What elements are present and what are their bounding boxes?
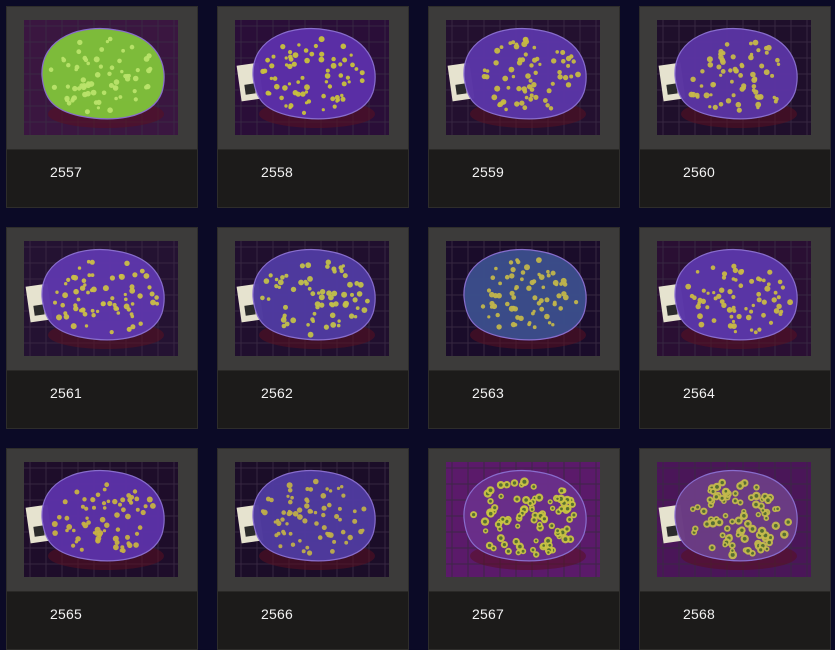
- purple-coral-icon: [657, 20, 811, 135]
- item-number-label: 2566: [261, 606, 293, 622]
- coral-thumbnail[interactable]: [446, 462, 600, 577]
- thumbnail-frame: [218, 7, 408, 150]
- purple-coral-icon: [235, 462, 389, 577]
- item-number-label: 2567: [472, 606, 504, 622]
- coral-thumbnail[interactable]: [235, 241, 389, 356]
- item-number-label: 2563: [472, 385, 504, 401]
- thumbnail-frame: [7, 449, 197, 592]
- purple-coral-icon: [235, 241, 389, 356]
- thumbnail-frame: [7, 7, 197, 150]
- thumbnail-frame: [7, 228, 197, 371]
- gallery-tile-2566[interactable]: 2566: [217, 448, 409, 650]
- coral-thumbnail[interactable]: [235, 462, 389, 577]
- green-coral-icon: [24, 20, 178, 135]
- coral-thumbnail[interactable]: [24, 241, 178, 356]
- thumbnail-frame: [429, 7, 619, 150]
- gallery-tile-2559[interactable]: 2559: [428, 6, 620, 208]
- zoa-coral-icon: [657, 462, 811, 577]
- gallery-tile-2561[interactable]: 2561: [6, 227, 198, 429]
- gallery-tile-2568[interactable]: 2568: [639, 448, 831, 650]
- gallery-tile-2563[interactable]: 2563: [428, 227, 620, 429]
- coral-thumbnail[interactable]: [657, 241, 811, 356]
- gallery-tile-2560[interactable]: 2560: [639, 6, 831, 208]
- blue-coral-icon: [446, 241, 600, 356]
- coral-gallery-grid: 2557 2558 2559 2560 2561 2562 2563 2564 2565 2566…: [6, 6, 832, 650]
- item-number-label: 2564: [683, 385, 715, 401]
- thumbnail-frame: [640, 449, 830, 592]
- item-number-label: 2568: [683, 606, 715, 622]
- purple-coral-icon: [24, 241, 178, 356]
- gallery-tile-2564[interactable]: 2564: [639, 227, 831, 429]
- thumbnail-frame: [218, 449, 408, 592]
- item-number-label: 2561: [50, 385, 82, 401]
- thumbnail-frame: [640, 228, 830, 371]
- zoa-coral-icon: [446, 462, 600, 577]
- gallery-tile-2565[interactable]: 2565: [6, 448, 198, 650]
- item-number-label: 2565: [50, 606, 82, 622]
- purple-coral-icon: [235, 20, 389, 135]
- thumbnail-frame: [429, 449, 619, 592]
- coral-thumbnail[interactable]: [24, 462, 178, 577]
- coral-thumbnail[interactable]: [446, 241, 600, 356]
- gallery-tile-2558[interactable]: 2558: [217, 6, 409, 208]
- purple-coral-icon: [446, 20, 600, 135]
- coral-thumbnail[interactable]: [24, 20, 178, 135]
- gallery-tile-2567[interactable]: 2567: [428, 448, 620, 650]
- thumbnail-frame: [640, 7, 830, 150]
- gallery-page: 2557 2558 2559 2560 2561 2562 2563 2564 2565 2566…: [0, 0, 835, 650]
- purple-coral-icon: [24, 462, 178, 577]
- gallery-tile-2562[interactable]: 2562: [217, 227, 409, 429]
- coral-thumbnail[interactable]: [235, 20, 389, 135]
- item-number-label: 2559: [472, 164, 504, 180]
- purple-coral-icon: [657, 241, 811, 356]
- thumbnail-frame: [218, 228, 408, 371]
- coral-thumbnail[interactable]: [657, 462, 811, 577]
- item-number-label: 2562: [261, 385, 293, 401]
- gallery-tile-2557[interactable]: 2557: [6, 6, 198, 208]
- item-number-label: 2560: [683, 164, 715, 180]
- item-number-label: 2558: [261, 164, 293, 180]
- coral-thumbnail[interactable]: [657, 20, 811, 135]
- item-number-label: 2557: [50, 164, 82, 180]
- coral-thumbnail[interactable]: [446, 20, 600, 135]
- thumbnail-frame: [429, 228, 619, 371]
